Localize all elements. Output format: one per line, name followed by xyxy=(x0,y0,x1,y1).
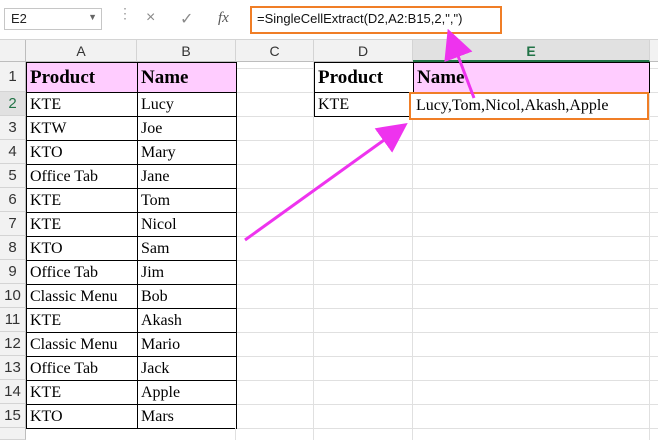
annotation-arrows xyxy=(244,28,476,242)
arrow-to-result-icon xyxy=(244,122,408,242)
arrow-to-formula-icon xyxy=(444,28,476,99)
